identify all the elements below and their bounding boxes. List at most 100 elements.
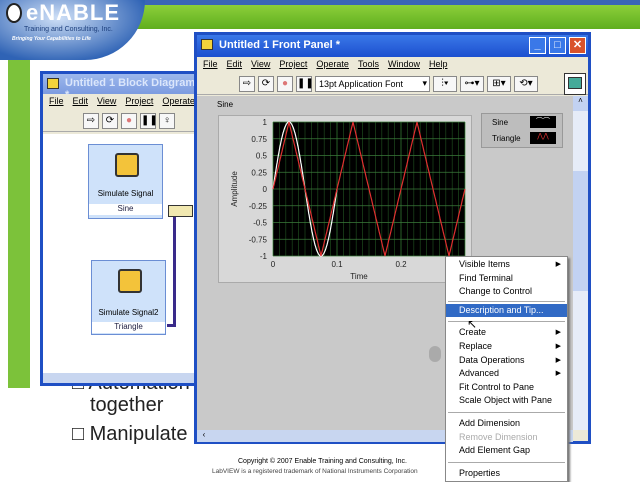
node-label: Simulate Signal2 [98, 308, 159, 317]
menu-item-label: Advanced [459, 368, 500, 379]
menu-item-label: Find Terminal [459, 272, 513, 283]
submenu-arrow-icon: ▶ [555, 342, 561, 350]
menu-item-label: Remove Dimension [459, 431, 538, 442]
run-arrow-icon[interactable]: ⇨ [239, 75, 255, 92]
menu-operate[interactable]: Operate [316, 59, 349, 71]
logo-tagline: Bringing Your Capabilities to Life [12, 36, 91, 42]
menu-item-create[interactable]: Create ▶ [446, 326, 567, 340]
numeric-increment-icon[interactable] [429, 346, 441, 362]
context-menu: Visible Items ▶ Find Terminal Change to Con… [445, 256, 568, 482]
minimize-button[interactable]: _ [529, 37, 546, 54]
menu-bar: File Edit View Project Operate Tools Win… [197, 57, 588, 73]
trademark: LabVIEW is a registered trademark of Nat… [212, 468, 418, 475]
legend-label-sine: Sine [492, 118, 509, 127]
logo-name: eNABLE [26, 0, 121, 25]
reorder-icon[interactable]: ⟲▾ [514, 75, 538, 92]
abort-icon[interactable]: ● [121, 112, 137, 129]
menu-item-replace[interactable]: Replace ▶ [446, 340, 567, 354]
run-continuously-icon[interactable]: ⟳ [258, 75, 274, 92]
menu-item-change-to-control[interactable]: Change to Control [446, 285, 567, 299]
run-arrow-icon[interactable]: ⇨ [83, 112, 99, 129]
scroll-left-icon[interactable]: ‹ [197, 430, 211, 442]
simulate-signal-icon [118, 269, 142, 293]
simulate-signal-node[interactable]: Simulate Signal Sine [88, 144, 163, 219]
align-objects-icon[interactable]: ⫶▾ [433, 75, 457, 92]
menu-separator [448, 411, 565, 413]
highlight-execution-icon[interactable]: ♀ [159, 112, 175, 129]
menu-item-data-operations[interactable]: Data Operations ▶ [446, 354, 567, 368]
front-panel-titlebar[interactable]: Untitled 1 Front Panel * _ □ ✕ [197, 35, 588, 57]
block-diagram-titlebar[interactable]: Untitled 1 Block Diagram * [43, 74, 197, 101]
slide-bullet-2: □ Manipulate [72, 423, 188, 445]
y-tick-label: -0.5 [253, 219, 267, 228]
y-tick-label: 1 [263, 118, 268, 127]
menu-item-description-and-tip[interactable]: Description and Tip... [446, 303, 567, 318]
menu-item-add-element-gap[interactable]: Add Element Gap [446, 444, 567, 458]
maximize-button[interactable]: □ [549, 37, 566, 54]
bulb-icon [6, 3, 22, 23]
plot-legend[interactable]: Sine ⌒⌒ Triangle ⋀⋀ [481, 113, 563, 148]
scroll-up-icon[interactable]: ˄ [573, 96, 588, 111]
submenu-arrow-icon: ▶ [555, 356, 561, 364]
y-tick-label: 0.75 [251, 135, 267, 144]
menu-tools[interactable]: Tools [358, 59, 379, 71]
menu-view[interactable]: View [251, 59, 270, 71]
toolbar: ⇨ ⟳ ● ❚❚ 13pt Application Font ⫶▾ ⊶▾ ⊞▾ … [197, 73, 588, 95]
menu-file[interactable]: File [49, 96, 64, 108]
submenu-arrow-icon: ▶ [555, 329, 561, 337]
diagram-canvas[interactable]: Simulate Signal Sine Simulate Signal2 Tr… [43, 134, 197, 374]
distribute-objects-icon[interactable]: ⊶▾ [460, 75, 484, 92]
wire [167, 324, 176, 327]
pause-icon[interactable]: ❚❚ [140, 112, 158, 129]
run-continuously-icon[interactable]: ⟳ [102, 112, 118, 129]
vertical-scrollbar[interactable]: ˄ [573, 96, 588, 430]
menu-help[interactable]: Help [429, 59, 448, 71]
pause-icon[interactable]: ❚❚ [296, 75, 314, 92]
y-tick-label: -1 [260, 252, 268, 261]
horizontal-scrollbar[interactable] [43, 373, 197, 383]
menu-item-visible-items[interactable]: Visible Items ▶ [446, 258, 567, 272]
menu-item-label: Add Dimension [459, 417, 521, 428]
legend-swatch-sine[interactable]: ⌒⌒ [530, 116, 556, 128]
abort-icon[interactable]: ● [277, 75, 293, 92]
menu-item-label: Replace [459, 340, 493, 351]
menu-item-fit-control-to-pane[interactable]: Fit Control to Pane [446, 381, 567, 395]
close-button[interactable]: ✕ [569, 37, 586, 54]
menu-operate[interactable]: Operate [162, 96, 195, 108]
menu-item-advanced[interactable]: Advanced ▶ [446, 367, 567, 381]
menu-item-find-terminal[interactable]: Find Terminal [446, 272, 567, 286]
labview-icon [201, 39, 213, 50]
menu-item-label: Visible Items [459, 259, 510, 269]
scroll-thumb[interactable] [573, 171, 588, 291]
menu-item-add-dimension[interactable]: Add Dimension [446, 417, 567, 431]
merge-signals-node[interactable] [168, 205, 193, 217]
menu-separator [448, 461, 565, 463]
node-output-triangle[interactable]: Triangle [92, 322, 165, 333]
menu-view[interactable]: View [97, 96, 116, 108]
resize-objects-icon[interactable]: ⊞▾ [487, 75, 511, 92]
menu-project[interactable]: Project [279, 59, 307, 71]
legend-swatch-triangle[interactable]: ⋀⋀ [530, 132, 556, 144]
simulate-signal2-node[interactable]: Simulate Signal2 Triangle [91, 260, 166, 335]
menu-project[interactable]: Project [125, 96, 153, 108]
wire [173, 217, 176, 326]
vi-icon[interactable] [564, 73, 586, 95]
font-select[interactable]: 13pt Application Font [315, 75, 430, 92]
menu-item-scale-object-with-pane[interactable]: Scale Object with Pane [446, 394, 567, 408]
menu-window[interactable]: Window [388, 59, 420, 71]
block-diagram-window[interactable]: Untitled 1 Block Diagram * File Edit Vie… [40, 71, 200, 386]
enable-logo: eNABLE Training and Consulting, Inc. Bri… [0, 0, 145, 60]
menu-edit[interactable]: Edit [73, 96, 89, 108]
x-tick-label: 0.1 [331, 260, 343, 269]
menu-item-properties[interactable]: Properties [446, 467, 567, 481]
labview-icon [47, 78, 59, 89]
menu-item-label: Scale Object with Pane [459, 395, 553, 406]
menu-item-label: Description and Tip... [459, 304, 544, 315]
y-tick-label: 0.25 [251, 168, 267, 177]
menu-file[interactable]: File [203, 59, 218, 71]
mouse-cursor-icon: ↖ [467, 317, 478, 331]
y-axis-label: Amplitude [230, 171, 239, 207]
menu-edit[interactable]: Edit [227, 59, 243, 71]
menu-separator [448, 300, 565, 302]
node-output-sine[interactable]: Sine [89, 204, 162, 215]
